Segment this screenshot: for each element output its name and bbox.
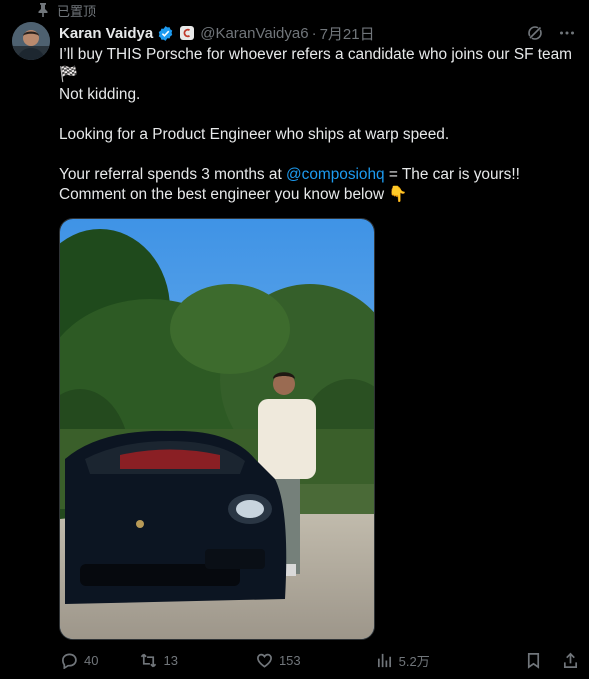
pinned-label: 已置顶 [57,3,97,19]
views-icon [377,653,391,667]
separator-dot: · [311,24,317,42]
more-options-icon[interactable] [559,25,575,41]
author-name[interactable]: Karan Vaidya [59,25,153,42]
reply-count: 40 [84,652,99,668]
share-button[interactable] [562,652,579,669]
like-count: 153 [278,652,301,668]
affiliation-badge-icon[interactable] [180,26,195,40]
share-icon [563,652,578,668]
bookmark-icon [527,652,540,669]
tweet-line-4-post: = The car is yours!! [384,166,520,183]
reply-icon [62,653,77,669]
reply-button[interactable]: 40 [61,652,98,669]
grok-icon[interactable] [527,25,543,41]
checkered-flag-emoji: 🏁 [59,66,79,83]
tweet-line-2: Not kidding. [59,86,141,103]
tweet-line-1: I’ll buy THIS Porsche for whoever refers… [59,46,572,63]
pin-icon [38,3,48,17]
views-count: 5.2万 [398,653,430,669]
like-button[interactable]: 153 [256,652,301,669]
tweet-line-5: Comment on the best engineer you know be… [59,186,408,203]
mention-link[interactable]: @composiohq [286,166,385,183]
porsche-photo-image [60,219,374,639]
heart-icon [256,653,272,668]
retweet-icon [141,653,157,667]
avatar-image [12,22,50,60]
tweet-line-4-pre: Your referral spends 3 months at [59,166,286,183]
author-avatar[interactable] [12,22,50,60]
retweet-button[interactable]: 13 [140,652,178,669]
action-bar: 40 13 153 5.2万 [59,650,579,670]
tweet-body: I’ll buy THIS Porsche for whoever refers… [59,45,579,205]
author-handle[interactable]: @KaranVaidya6 [200,25,308,42]
tweet-date[interactable]: 7月21日 [320,23,375,44]
tweet-line-3: Looking for a Product Engineer who ships… [59,126,450,143]
verified-badge-icon[interactable] [157,25,174,42]
pinned-indicator: 已置顶 [37,2,97,19]
views-button[interactable]: 5.2万 [376,651,430,670]
tweet-photo[interactable] [59,218,375,640]
tweet-header: Karan Vaidya @KaranVaidya6 · 7月21日 [59,22,575,44]
bookmark-button[interactable] [525,652,542,669]
retweet-count: 13 [163,652,178,668]
